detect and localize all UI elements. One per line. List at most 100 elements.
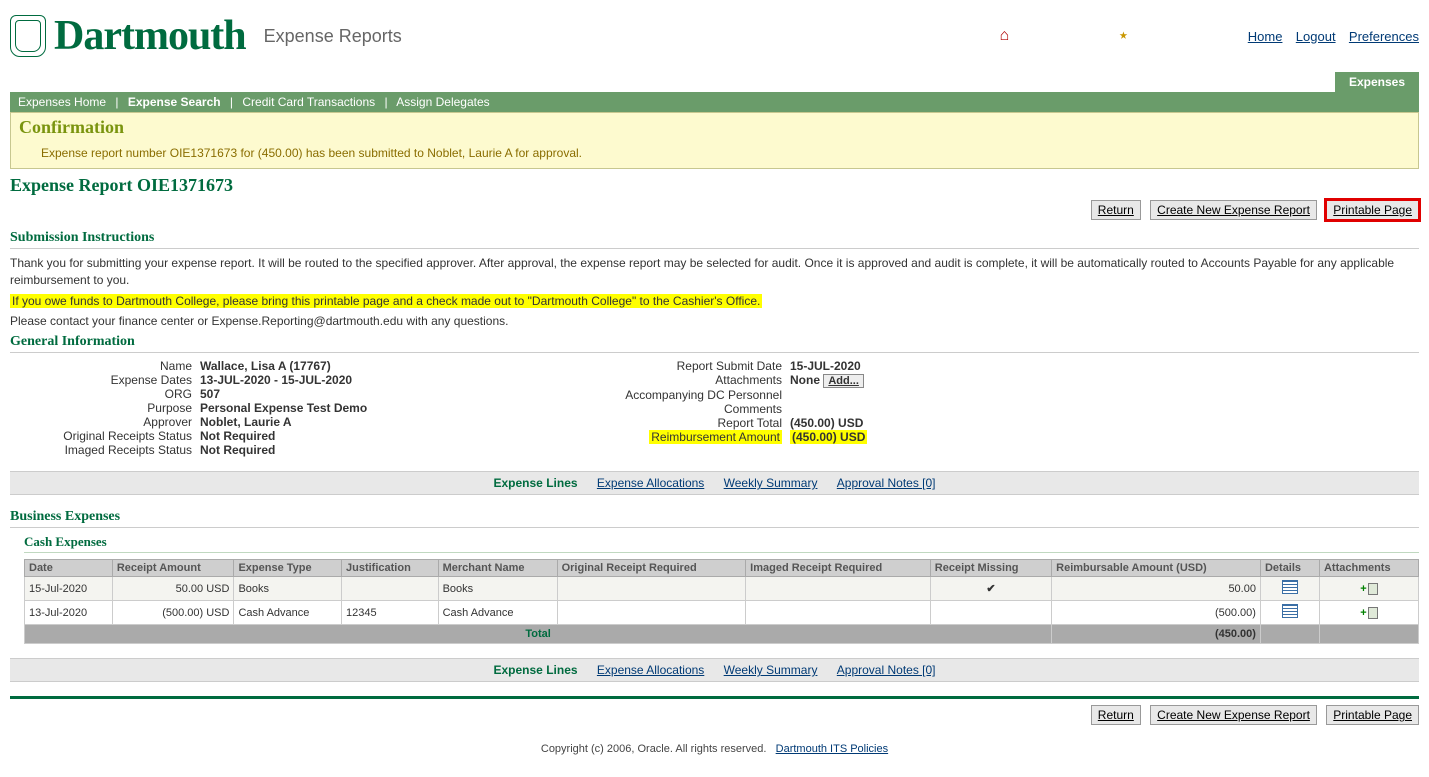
cell-receipt-amount: (500.00) USD [112,601,234,625]
gi-dc-personnel-label: Accompanying DC Personnel [600,388,790,402]
tab-row: Expenses [10,72,1419,92]
return-button[interactable]: Return [1091,200,1141,220]
nav-weekly-summary[interactable]: Weekly Summary [724,663,818,677]
nav-expense-search[interactable]: Expense Search [128,95,221,109]
cell-date: 15-Jul-2020 [25,577,113,601]
footer-copyright: Copyright (c) 2006, Oracle. All rights r… [10,743,1419,755]
tab-expenses[interactable]: Expenses [1335,72,1419,92]
cell-merchant: Books [438,577,557,601]
nav-credit-card[interactable]: Credit Card Transactions [242,95,375,109]
cell-justification: 12345 [342,601,439,625]
gi-dates-value: 13-JUL-2020 - 15-JUL-2020 [200,373,352,387]
table-row: 13-Jul-2020 (500.00) USD Cash Advance 12… [25,601,1419,625]
add-attachment-icon[interactable]: + [1360,607,1377,619]
cell-reimb: 50.00 [1052,577,1261,601]
cell-date: 13-Jul-2020 [25,601,113,625]
cell-missing [930,601,1051,625]
gi-reimb-amount-value: (450.00) USD [790,430,867,444]
cash-expenses-heading: Cash Expenses [24,534,1419,553]
confirmation-heading: Confirmation [11,113,1418,142]
nav-expense-lines[interactable]: Expense Lines [486,663,586,677]
gi-dates-label: Expense Dates [10,373,200,387]
action-bar-top: Return Create New Expense Report Printab… [10,200,1419,220]
nav-expense-allocations[interactable]: Expense Allocations [597,476,704,490]
its-policies-link[interactable]: Dartmouth ITS Policies [776,743,888,755]
preferences-link[interactable]: Preferences [1349,29,1419,44]
favorite-icon[interactable]: ⭑ [1119,27,1128,45]
gi-right-column: Report Submit Date15-JUL-2020 Attachment… [600,359,1160,457]
nav-weekly-summary[interactable]: Weekly Summary [724,476,818,490]
th-justification: Justification [342,560,439,577]
th-attachments: Attachments [1319,560,1418,577]
th-details: Details [1260,560,1319,577]
confirmation-message: Expense report number OIE1371673 for (45… [11,142,1418,168]
cash-expenses-table: Date Receipt Amount Expense Type Justifi… [24,559,1419,644]
logout-link[interactable]: Logout [1296,29,1336,44]
gi-left-column: NameWallace, Lisa A (17767) Expense Date… [10,359,570,457]
brand-wordmark: Dartmouth [54,12,246,60]
nav-assign-delegates[interactable]: Assign Delegates [396,95,489,109]
add-attachment-icon[interactable]: + [1360,583,1377,595]
th-reimb-amount: Reimbursable Amount (USD) [1052,560,1261,577]
section-nav-bottom: Expense Lines Expense Allocations Weekly… [10,658,1419,682]
home-link[interactable]: Home [1248,29,1283,44]
nav-expenses-home[interactable]: Expenses Home [18,95,106,109]
th-receipt-missing: Receipt Missing [930,560,1051,577]
home-icon[interactable]: ⌂ [999,27,1009,45]
sub-navbar: Expenses Home | Expense Search | Credit … [10,92,1419,112]
printable-page-button[interactable]: Printable Page [1326,705,1419,725]
table-row: 15-Jul-2020 50.00 USD Books Books ✔ 50.0… [25,577,1419,601]
details-icon[interactable] [1282,604,1298,618]
gi-report-total-label: Report Total [600,416,790,430]
return-button[interactable]: Return [1091,705,1141,725]
th-date: Date [25,560,113,577]
cell-expense-type: Books [234,577,342,601]
cell-attachments[interactable]: + [1319,577,1418,601]
nav-approval-notes[interactable]: Approval Notes [0] [837,476,936,490]
cell-details[interactable] [1260,601,1319,625]
printable-page-button[interactable]: Printable Page [1326,200,1419,220]
header-icons: ⌂ ⭑ Home Logout Preferences [999,27,1419,45]
create-new-button[interactable]: Create New Expense Report [1150,200,1317,220]
section-nav-top: Expense Lines Expense Allocations Weekly… [10,471,1419,495]
cell-attachments[interactable]: + [1319,601,1418,625]
gi-imaged-receipts-label: Imaged Receipts Status [10,443,200,457]
add-attachment-button[interactable]: Add... [823,374,864,388]
cell-missing: ✔ [930,577,1051,601]
gi-attachments-label: Attachments [600,373,790,388]
instruction-p3: Please contact your finance center or Ex… [10,313,1419,330]
gi-submit-date-value: 15-JUL-2020 [790,359,861,373]
gi-approver-value: Noblet, Laurie A [200,415,292,429]
nav-approval-notes[interactable]: Approval Notes [0] [837,663,936,677]
create-new-button[interactable]: Create New Expense Report [1150,705,1317,725]
gi-approver-label: Approver [10,415,200,429]
gi-orig-receipts-value: Not Required [200,429,275,443]
shield-icon [10,15,46,57]
gi-name-value: Wallace, Lisa A (17767) [200,359,331,373]
cell-reimb: (500.00) [1052,601,1261,625]
cell-img-req [746,577,931,601]
nav-expense-allocations[interactable]: Expense Allocations [597,663,704,677]
details-icon[interactable] [1282,580,1298,594]
table-total-row: Total (450.00) [25,625,1419,644]
gi-imaged-receipts-value: Not Required [200,443,275,457]
cell-orig-req [557,601,746,625]
cell-details[interactable] [1260,577,1319,601]
nav-expense-lines[interactable]: Expense Lines [486,476,586,490]
top-links: Home Logout Preferences [1238,29,1419,44]
divider [10,696,1419,699]
page-title: Expense Report OIE1371673 [10,175,1419,196]
th-expense-type: Expense Type [234,560,342,577]
submission-instructions-heading: Submission Instructions [10,230,1419,249]
th-receipt-amount: Receipt Amount [112,560,234,577]
th-merchant: Merchant Name [438,560,557,577]
general-information-grid: NameWallace, Lisa A (17767) Expense Date… [10,359,1419,457]
th-orig-receipt-req: Original Receipt Required [557,560,746,577]
gi-org-label: ORG [10,387,200,401]
brand-block: Dartmouth Expense Reports [10,12,402,60]
gi-reimb-amount-label: Reimbursement Amount [600,430,790,444]
business-expenses-heading: Business Expenses [10,509,1419,528]
action-bar-bottom: Return Create New Expense Report Printab… [10,705,1419,725]
gi-report-total-value: (450.00) USD [790,416,863,430]
gi-name-label: Name [10,359,200,373]
